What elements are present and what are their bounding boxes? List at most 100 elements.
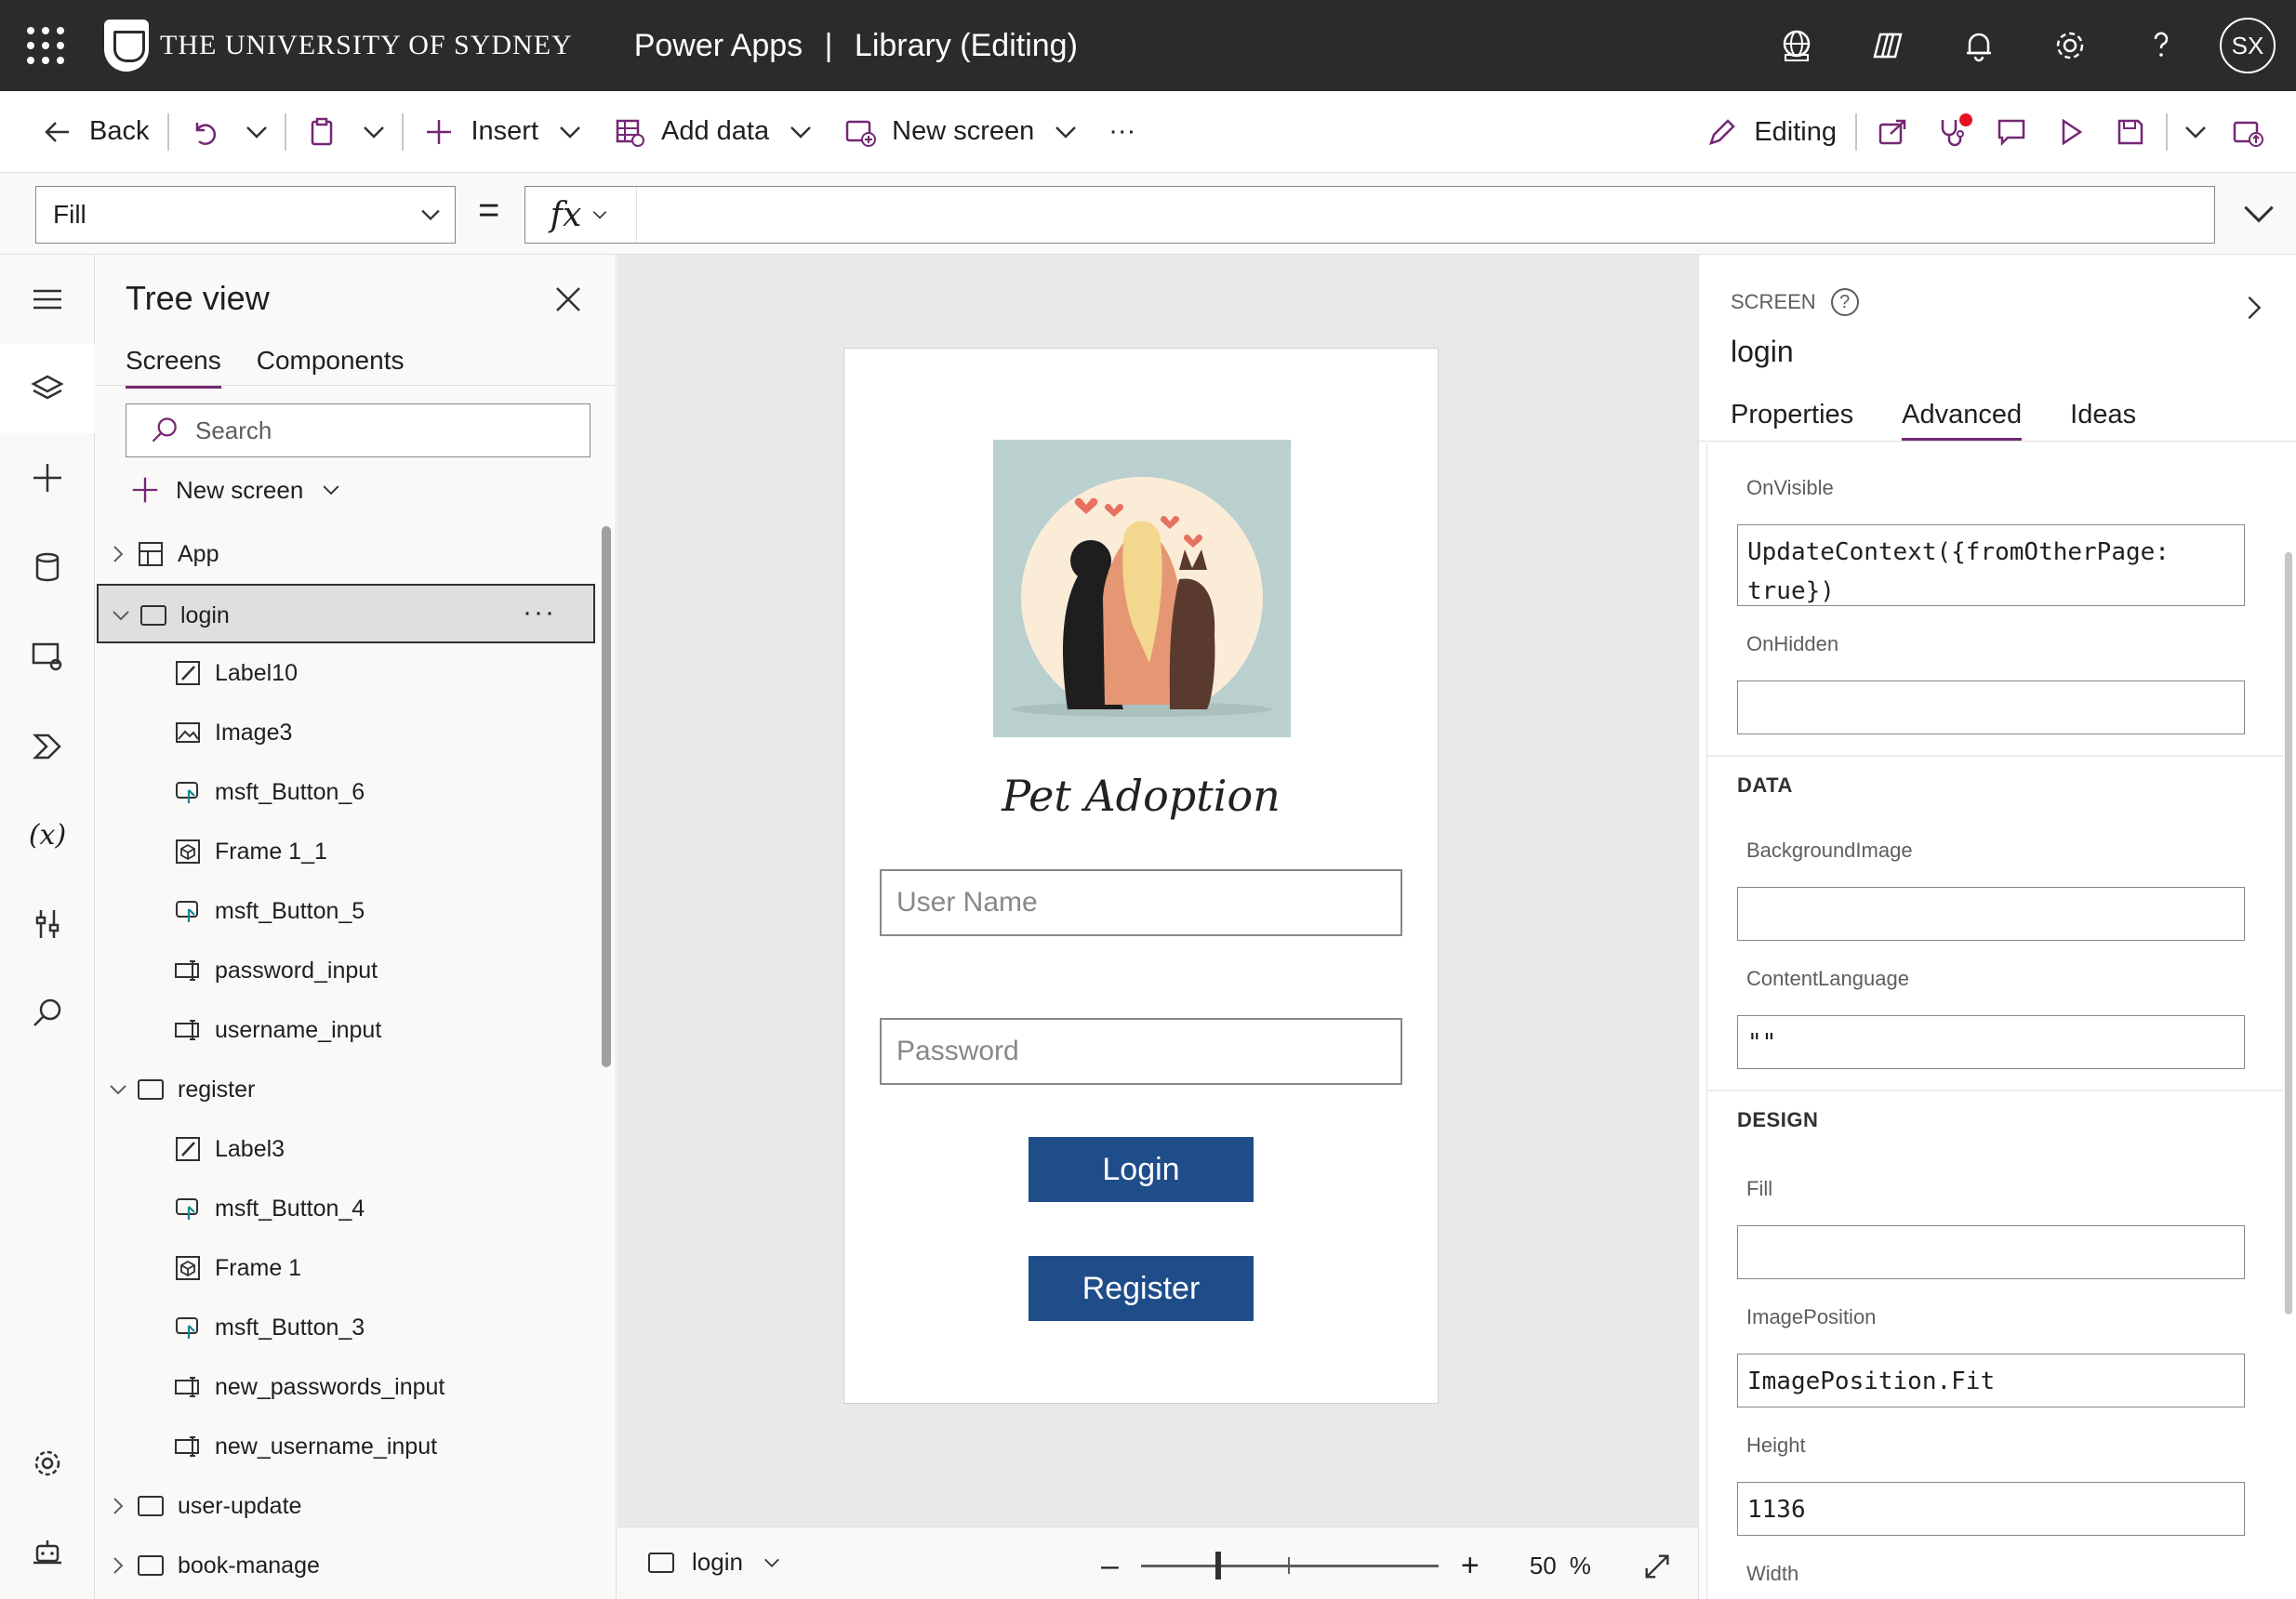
more-commands-button[interactable]: ··· (1095, 104, 1148, 160)
tree-search-input[interactable]: Search (126, 403, 591, 457)
onvisible-formula[interactable]: UpdateContext({fromOtherPage: true}) (1737, 524, 2245, 606)
tab-components[interactable]: Components (257, 346, 405, 389)
tree-item-password-input[interactable]: password_input (96, 941, 598, 1000)
divider (1707, 755, 2283, 757)
tree-item-frame-1-1[interactable]: Frame 1_1 (96, 822, 598, 881)
chevron-right-icon[interactable] (107, 543, 129, 565)
insert-rail-button[interactable] (0, 433, 95, 522)
tree-item-msft-button-5[interactable]: msft_Button_5 (96, 881, 598, 941)
fit-to-window-icon[interactable] (1641, 1551, 1673, 1582)
publish-button[interactable] (2218, 104, 2277, 160)
app-title-label[interactable]: Pet Adoption (844, 771, 1438, 821)
chevron-right-icon[interactable] (2238, 292, 2270, 324)
fill-formula[interactable] (1737, 1225, 2245, 1279)
screen-icon (138, 1079, 164, 1100)
tree-item-user-update[interactable]: user-update (96, 1476, 598, 1536)
tree-item-book-manage[interactable]: book-manage (96, 1536, 598, 1595)
copilot-button[interactable] (1842, 0, 1933, 91)
variables-button[interactable]: (x) (0, 790, 95, 879)
editing-mode-button[interactable]: Editing (1692, 104, 1850, 160)
virtual-agent-button[interactable] (0, 1508, 95, 1597)
save-dropdown[interactable] (2173, 104, 2218, 160)
app-checker-button[interactable] (1922, 104, 1982, 160)
tree-item-app[interactable]: App (96, 524, 598, 584)
chevron-down-icon[interactable] (107, 1078, 129, 1101)
imageposition-formula[interactable]: ImagePosition.Fit (1737, 1354, 2245, 1407)
username-input[interactable]: User Name (880, 869, 1402, 936)
tree-item-new-username-input[interactable]: new_username_input (96, 1417, 598, 1476)
app-launcher-icon[interactable] (13, 13, 78, 78)
login-screen-preview[interactable]: Pet Adoption User Name Password Login Re… (843, 348, 1439, 1404)
zoom-out-button[interactable]: – (1101, 1548, 1119, 1584)
add-data-button[interactable]: Add data (600, 104, 830, 160)
close-icon[interactable] (551, 283, 585, 316)
comments-button[interactable] (1982, 104, 2041, 160)
preview-button[interactable] (2041, 104, 2101, 160)
tree-item-msft-button-4[interactable]: msft_Button_4 (96, 1179, 598, 1238)
contentlanguage-formula[interactable]: "" (1737, 1015, 2245, 1069)
paste-dropdown[interactable] (352, 104, 396, 160)
tree-item-msft-button-3[interactable]: msft_Button_3 (96, 1298, 598, 1357)
tree-item-label10[interactable]: Label10 (96, 643, 598, 703)
chevron-right-icon[interactable] (107, 1495, 129, 1517)
more-options-icon[interactable]: ··· (523, 597, 556, 628)
onhidden-formula[interactable] (1737, 681, 2245, 734)
notifications-button[interactable] (1933, 0, 2024, 91)
tab-properties[interactable]: Properties (1731, 400, 1853, 442)
tree-item-image3[interactable]: Image3 (96, 703, 598, 762)
tree-item-frame-1[interactable]: Frame 1 (96, 1238, 598, 1298)
back-button[interactable]: Back (28, 104, 162, 160)
register-button[interactable]: Register (1029, 1256, 1254, 1321)
zoom-slider-thumb[interactable] (1214, 1552, 1221, 1579)
tree-new-screen-button[interactable]: New screen (129, 474, 344, 506)
undo-button[interactable] (175, 104, 234, 160)
help-button[interactable] (2116, 0, 2207, 91)
property-selector[interactable]: Fill (35, 186, 456, 244)
insert-button[interactable]: Insert (409, 104, 600, 160)
screen-selector[interactable]: login (647, 1548, 784, 1577)
data-button[interactable] (0, 522, 95, 612)
settings-button[interactable] (2024, 0, 2116, 91)
expand-formula-icon[interactable] (2238, 193, 2279, 234)
tree-item-new-passwords-input[interactable]: new_passwords_input (96, 1357, 598, 1417)
new-screen-button[interactable]: New screen (830, 104, 1095, 160)
function-button[interactable]: fx (525, 187, 637, 243)
formula-input[interactable]: fx (524, 186, 2215, 244)
property-name: Fill (53, 200, 86, 229)
search-rail-button[interactable] (0, 969, 95, 1058)
tab-ideas[interactable]: Ideas (2070, 400, 2136, 442)
chevron-down-icon[interactable] (110, 604, 132, 627)
tree-item-msft-button-6[interactable]: msft_Button_6 (96, 762, 598, 822)
tree-scrollbar[interactable] (602, 526, 611, 1067)
user-avatar[interactable]: SX (2220, 18, 2276, 73)
tree-item-label: App (178, 541, 219, 567)
tab-screens[interactable]: Screens (126, 346, 221, 389)
password-input[interactable]: Password (880, 1018, 1402, 1085)
backgroundimage-formula[interactable] (1737, 887, 2245, 941)
paste-button[interactable] (292, 104, 352, 160)
properties-scrollbar[interactable] (2285, 552, 2292, 1315)
hamburger-button[interactable] (0, 255, 95, 344)
settings-rail-button[interactable] (0, 1419, 95, 1508)
save-button[interactable] (2101, 104, 2160, 160)
media-button[interactable] (0, 612, 95, 701)
screen-icon (138, 1555, 164, 1576)
advanced-tools-button[interactable] (0, 879, 95, 969)
undo-dropdown[interactable] (234, 104, 279, 160)
tree-item-username-input[interactable]: username_input (96, 1000, 598, 1060)
help-icon[interactable]: ? (1830, 288, 1859, 316)
tab-advanced[interactable]: Advanced (1902, 400, 2023, 442)
chevron-right-icon[interactable] (107, 1554, 129, 1577)
power-automate-button[interactable] (0, 701, 95, 790)
tree-item-label3[interactable]: Label3 (96, 1119, 598, 1179)
tree-item-login[interactable]: login ··· (97, 584, 595, 643)
zoom-in-button[interactable]: + (1461, 1548, 1480, 1584)
tree-view-button[interactable] (0, 344, 95, 433)
tree-item-register[interactable]: register (96, 1060, 598, 1119)
zoom-slider[interactable] (1140, 1552, 1439, 1579)
share-button[interactable] (1863, 104, 1922, 160)
login-button[interactable]: Login (1029, 1137, 1254, 1202)
height-formula[interactable]: 1136 (1737, 1482, 2245, 1536)
environment-button[interactable] (1751, 0, 1842, 91)
pet-adoption-image[interactable] (993, 440, 1291, 737)
